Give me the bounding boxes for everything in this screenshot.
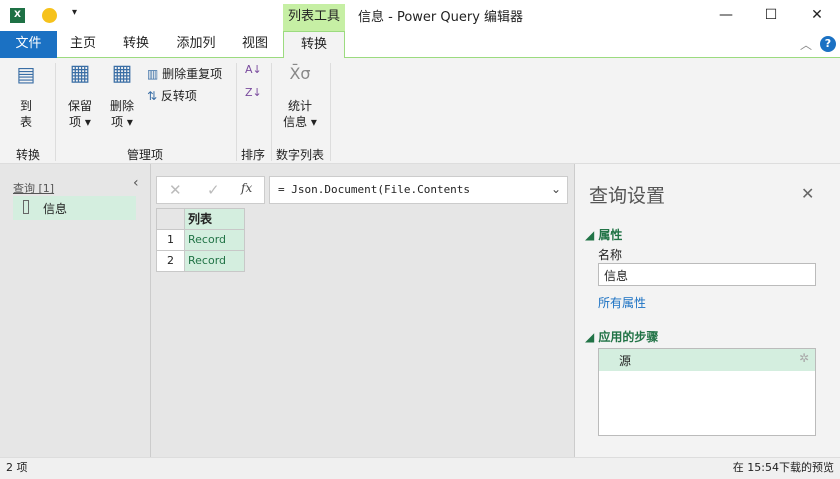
query-item[interactable]: 信息 — [13, 196, 136, 220]
statistics-icon: X̄σ — [289, 64, 311, 83]
ribbon: ▤ 到 表 ▦ 保留 项 ▾ ▦ 删除 项 ▾ ▥ 删除重复项 ⇅ 反转项 A↓… — [0, 58, 840, 164]
formula-buttons: ✕ ✓ fx — [156, 176, 265, 204]
status-bar: 2 项 在 15:54下载的预览 — [0, 457, 840, 479]
applied-steps-heading[interactable]: ◢ 应用的步骤 — [585, 328, 658, 345]
remove-duplicates-icon: ▥ — [147, 67, 159, 81]
record-cell[interactable]: Record — [184, 229, 245, 251]
record-cell[interactable]: Record — [184, 250, 245, 272]
name-input[interactable]: 信息 — [598, 263, 816, 286]
maximize-button[interactable]: ☐ — [748, 0, 794, 31]
statistics-button[interactable]: X̄σ 统计 信息 ▾ — [278, 66, 322, 130]
title-bar: X ▾ 列表工具 信息 - Power Query 编辑器 — ☐ ✕ — [0, 0, 840, 31]
data-preview: ✕ ✓ fx = Json.Document(File.Contents ⌄ 列… — [151, 164, 574, 457]
tab-file[interactable]: 文件 — [0, 31, 57, 58]
reverse-icon: ⇅ — [147, 89, 158, 103]
item-count: 2 项 — [6, 461, 28, 474]
gear-icon[interactable]: ✲ — [799, 351, 809, 365]
keep-items-button[interactable]: ▦ 保留 项 ▾ — [62, 61, 98, 130]
name-label: 名称 — [598, 248, 623, 262]
to-table-icon: ▤ — [16, 62, 36, 86]
query-settings-pane: 查询设置 ✕ ◢ 属性 名称 信息 所有属性 ◢ 应用的步骤 源 ✲ — [574, 164, 840, 457]
group-label-manage: 管理项 — [127, 148, 164, 162]
tab-add-column[interactable]: 添加列 — [168, 31, 224, 58]
help-icon[interactable]: ? — [820, 36, 836, 52]
collapse-ribbon-icon[interactable]: ︿ — [800, 36, 812, 53]
to-table-button[interactable]: ▤ 到 表 — [10, 62, 42, 130]
row-number: 2 — [156, 250, 185, 272]
keep-rows-icon: ▦ — [69, 61, 91, 86]
smiley-icon[interactable] — [42, 8, 57, 23]
formula-bar[interactable]: = Json.Document(File.Contents ⌄ — [269, 176, 568, 204]
context-tab-group: 列表工具 — [283, 4, 345, 31]
minimize-button[interactable]: — — [703, 0, 749, 31]
close-button[interactable]: ✕ — [794, 0, 840, 31]
tab-list-transform[interactable]: 转换 — [283, 31, 345, 59]
tab-transform[interactable]: 转换 — [113, 31, 159, 58]
sort-descending-button[interactable]: Z↓ — [245, 86, 262, 99]
preview-status: 在 15:54下载的预览 — [732, 461, 834, 474]
expand-formula-icon[interactable]: ⌄ — [551, 182, 561, 196]
ribbon-tabs: 文件 主页 转换 添加列 视图 转换 ︿ ? — [0, 31, 840, 59]
steps-list: 源 ✲ — [598, 348, 816, 436]
cancel-icon[interactable]: ✕ — [169, 181, 182, 199]
properties-heading[interactable]: ◢ 属性 — [585, 226, 622, 243]
remove-duplicates-button[interactable]: ▥ 删除重复项 — [147, 65, 222, 82]
window-title: 信息 - Power Query 编辑器 — [358, 10, 524, 25]
group-label-number-list: 数字列表 — [276, 148, 325, 162]
queries-pane: 查询 [1] ‹ 信息 — [0, 164, 151, 457]
commit-icon[interactable]: ✓ — [207, 181, 220, 199]
reverse-items-button[interactable]: ⇅ 反转项 — [147, 87, 197, 104]
group-label-transform: 转换 — [16, 148, 41, 162]
tab-home[interactable]: 主页 — [60, 31, 106, 58]
remove-rows-icon: ▦ — [111, 61, 133, 86]
column-header[interactable]: 列表 — [184, 208, 245, 230]
step-item[interactable]: 源 ✲ — [599, 349, 815, 371]
close-pane-icon[interactable]: ✕ — [801, 184, 814, 203]
group-label-sort: 排序 — [241, 148, 266, 162]
sort-ascending-button[interactable]: A↓ — [245, 63, 262, 76]
quick-access-dropdown-icon[interactable]: ▾ — [72, 7, 77, 18]
tab-view[interactable]: 视图 — [232, 31, 278, 58]
remove-items-button[interactable]: ▦ 删除 项 ▾ — [104, 61, 140, 130]
queries-header: 查询 [1] — [13, 182, 55, 195]
fx-icon[interactable]: fx — [241, 181, 252, 195]
table-icon — [23, 200, 29, 214]
collapse-pane-icon[interactable]: ‹ — [133, 175, 139, 191]
excel-icon: X — [10, 8, 25, 23]
all-properties-link[interactable]: 所有属性 — [598, 294, 646, 311]
row-number: 1 — [156, 229, 185, 251]
settings-title: 查询设置 — [589, 185, 666, 207]
corner-cell[interactable] — [156, 208, 185, 230]
